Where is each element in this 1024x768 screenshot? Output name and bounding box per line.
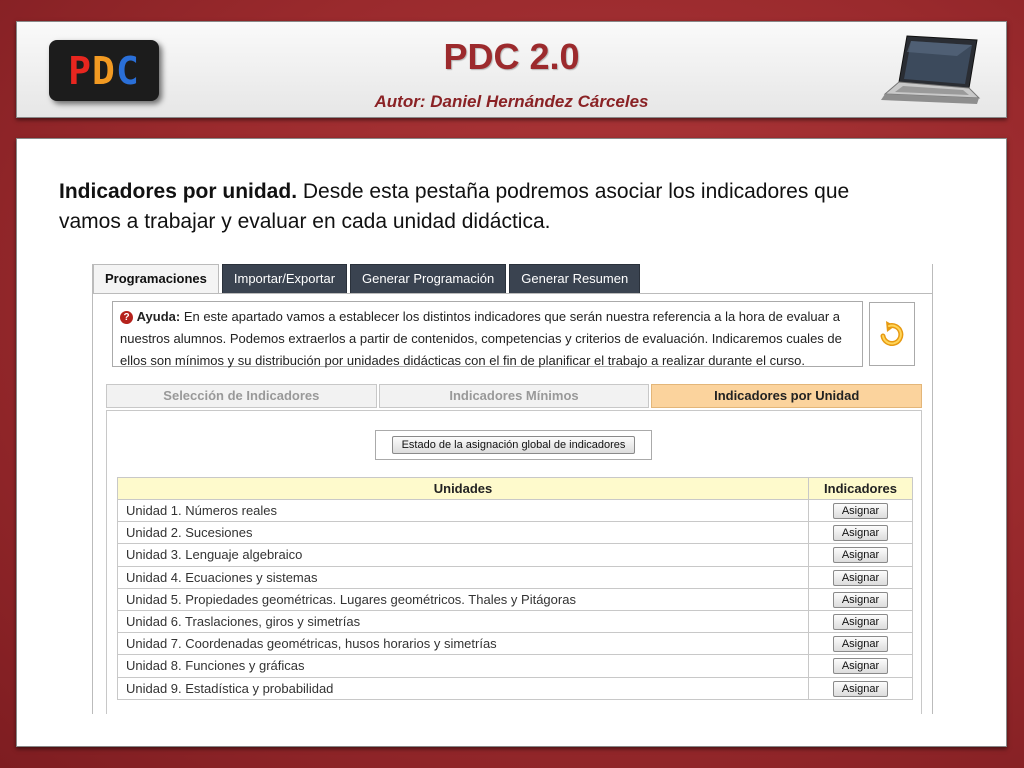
unit-name: Unidad 7. Coordenadas geométricas, husos… xyxy=(117,632,809,656)
units-panel: Estado de la asignación global de indica… xyxy=(106,410,922,714)
units-table: Unidades Indicadores Unidad 1. Números r… xyxy=(117,477,913,700)
unit-name: Unidad 9. Estadística y probabilidad xyxy=(117,676,809,700)
app-title: PDC 2.0 xyxy=(443,36,580,77)
assign-cell: Asignar xyxy=(808,609,913,634)
unit-name: Unidad 8. Funciones y gráficas xyxy=(117,654,809,678)
intro-heading: Indicadores por unidad. xyxy=(59,180,298,203)
assign-cell: Asignar xyxy=(808,543,913,567)
table-row: Unidad 4. Ecuaciones y sistemas Asignar xyxy=(117,565,913,589)
tab-programaciones[interactable]: Programaciones xyxy=(93,264,219,294)
table-row: Unidad 3. Lenguaje algebraico Asignar xyxy=(117,543,913,567)
assign-button[interactable]: Asignar xyxy=(832,636,889,653)
assign-button[interactable]: Asignar xyxy=(832,525,889,542)
assign-cell: Asignar xyxy=(808,587,913,611)
help-icon: ? xyxy=(120,311,133,324)
assign-cell: Asignar xyxy=(808,521,913,545)
intro-text: Indicadores por unidad. Desde esta pesta… xyxy=(59,177,879,237)
assign-cell: Asignar xyxy=(808,632,913,656)
table-row: Unidad 1. Números reales Asignar xyxy=(117,498,913,523)
help-label: Ayuda: xyxy=(136,309,181,324)
assign-button[interactable]: Asignar xyxy=(832,680,889,697)
table-row: Unidad 9. Estadística y probabilidad Asig… xyxy=(117,676,913,700)
tab-generar-programacion[interactable]: Generar Programación xyxy=(350,264,507,294)
assign-cell: Asignar xyxy=(808,676,913,700)
global-status-button[interactable]: Estado de la asignación global de indica… xyxy=(391,436,636,454)
assign-button[interactable]: Asignar xyxy=(832,547,889,564)
subtab-indicadores-por-unidad[interactable]: Indicadores por Unidad xyxy=(651,384,923,408)
header-indicadores: Indicadores xyxy=(808,477,913,500)
unit-name: Unidad 6. Traslaciones, giros y simetría… xyxy=(117,609,809,634)
header-unidades: Unidades xyxy=(117,477,809,500)
tab-importar-exportar[interactable]: Importar/Exportar xyxy=(221,264,348,294)
unit-name: Unidad 4. Ecuaciones y sistemas xyxy=(117,565,809,589)
help-text: En este apartado vamos a establecer los … xyxy=(120,309,842,368)
assign-button[interactable]: Asignar xyxy=(832,503,889,520)
main-tabs: Programaciones Importar/Exportar Generar… xyxy=(93,264,643,294)
assign-cell: Asignar xyxy=(808,565,913,589)
assign-button[interactable]: Asignar xyxy=(832,591,889,608)
assign-cell: Asignar xyxy=(808,654,913,678)
tab-divider xyxy=(93,293,932,294)
author-line: Autor: Daniel Hernández Cárceles xyxy=(374,92,649,111)
unit-name: Unidad 5. Propiedades geométricas. Lugar… xyxy=(117,587,809,611)
status-box: Estado de la asignación global de indica… xyxy=(375,430,652,460)
subtab-indicadores-minimos[interactable]: Indicadores Mínimos xyxy=(378,384,650,408)
unit-name: Unidad 3. Lenguaje algebraico xyxy=(117,543,809,567)
content-panel: Indicadores por unidad. Desde esta pesta… xyxy=(16,138,1007,747)
laptop-icon xyxy=(881,35,981,104)
unit-name: Unidad 2. Sucesiones xyxy=(117,521,809,545)
table-row: Unidad 8. Funciones y gráficas Asignar xyxy=(117,654,913,678)
tab-generar-resumen[interactable]: Generar Resumen xyxy=(509,264,641,294)
help-box: ? Ayuda: En este apartado vamos a establ… xyxy=(112,301,863,368)
assign-button[interactable]: Asignar xyxy=(832,569,889,586)
refresh-button[interactable] xyxy=(869,302,915,366)
unit-name: Unidad 1. Números reales xyxy=(117,498,809,523)
table-row: Unidad 7. Coordenadas geométricas, husos… xyxy=(117,632,913,656)
subtab-seleccion-indicadores[interactable]: Selección de Indicadores xyxy=(106,384,377,408)
table-row: Unidad 2. Sucesiones Asignar xyxy=(117,521,913,545)
refresh-icon xyxy=(880,321,904,347)
app-screenshot: Programaciones Importar/Exportar Generar… xyxy=(92,264,933,714)
assign-button[interactable]: Asignar xyxy=(832,658,889,675)
table-row: Unidad 6. Traslaciones, giros y simetría… xyxy=(117,609,913,634)
table-row: Unidad 5. Propiedades geométricas. Lugar… xyxy=(117,587,913,611)
assign-button[interactable]: Asignar xyxy=(832,614,889,631)
assign-cell: Asignar xyxy=(808,498,913,523)
header-panel: PDC PDC 2.0 Autor: Daniel Hernández Cárc… xyxy=(16,21,1007,118)
sub-tabs: Selección de Indicadores Indicadores Mín… xyxy=(106,384,923,408)
table-header-row: Unidades Indicadores xyxy=(117,477,913,500)
